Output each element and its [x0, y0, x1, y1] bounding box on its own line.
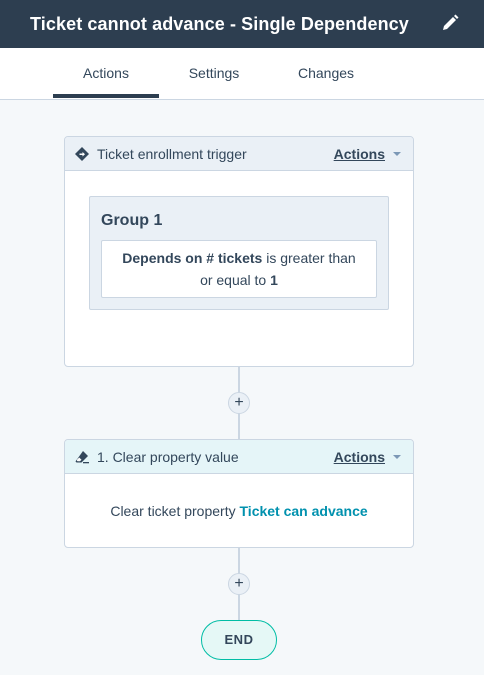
filter-property: Depends on # tickets: [122, 250, 263, 266]
filter-condition[interactable]: Depends on # tickets is greater than or …: [101, 240, 377, 298]
tab-actions[interactable]: Actions: [53, 48, 159, 99]
eraser-icon: [75, 451, 89, 464]
end-node: END: [201, 620, 277, 660]
group-title: Group 1: [101, 212, 163, 229]
caret-down-icon[interactable]: [393, 152, 401, 156]
action-text: Clear ticket property: [110, 503, 236, 519]
pencil-icon[interactable]: [440, 13, 460, 33]
filter-operator-line1: is greater than: [266, 250, 356, 266]
filter-value: 1: [270, 272, 278, 288]
tab-bar: Actions Settings Changes: [0, 48, 484, 100]
add-step-button[interactable]: +: [228, 392, 250, 414]
caret-down-icon[interactable]: [393, 455, 401, 459]
tab-changes[interactable]: Changes: [284, 48, 368, 99]
action-label: 1. Clear property value: [97, 449, 239, 465]
active-tab-indicator: [53, 94, 159, 98]
action-actions-menu[interactable]: Actions: [334, 440, 385, 474]
trigger-actions-menu[interactable]: Actions: [334, 137, 385, 171]
action-description: Clear ticket property Ticket can advance: [65, 474, 413, 547]
trigger-card-header: Ticket enrollment trigger Actions: [65, 137, 413, 171]
property-link[interactable]: Ticket can advance: [240, 503, 368, 519]
add-step-button[interactable]: +: [228, 573, 250, 595]
diamond-arrow-icon: [75, 147, 89, 161]
tab-settings[interactable]: Settings: [176, 48, 252, 99]
workflow-header: Ticket cannot advance - Single Dependenc…: [0, 0, 484, 48]
action-card-header: 1. Clear property value Actions: [65, 440, 413, 474]
enrollment-trigger-card[interactable]: Ticket enrollment trigger Actions Group …: [64, 136, 414, 367]
filter-operator-line2: or equal to: [200, 272, 267, 288]
filter-group: Group 1 Depends on # tickets is greater …: [89, 196, 389, 310]
clear-property-action-card[interactable]: 1. Clear property value Actions Clear ti…: [64, 439, 414, 548]
trigger-label: Ticket enrollment trigger: [97, 146, 247, 162]
workflow-title[interactable]: Ticket cannot advance - Single Dependenc…: [30, 14, 409, 35]
